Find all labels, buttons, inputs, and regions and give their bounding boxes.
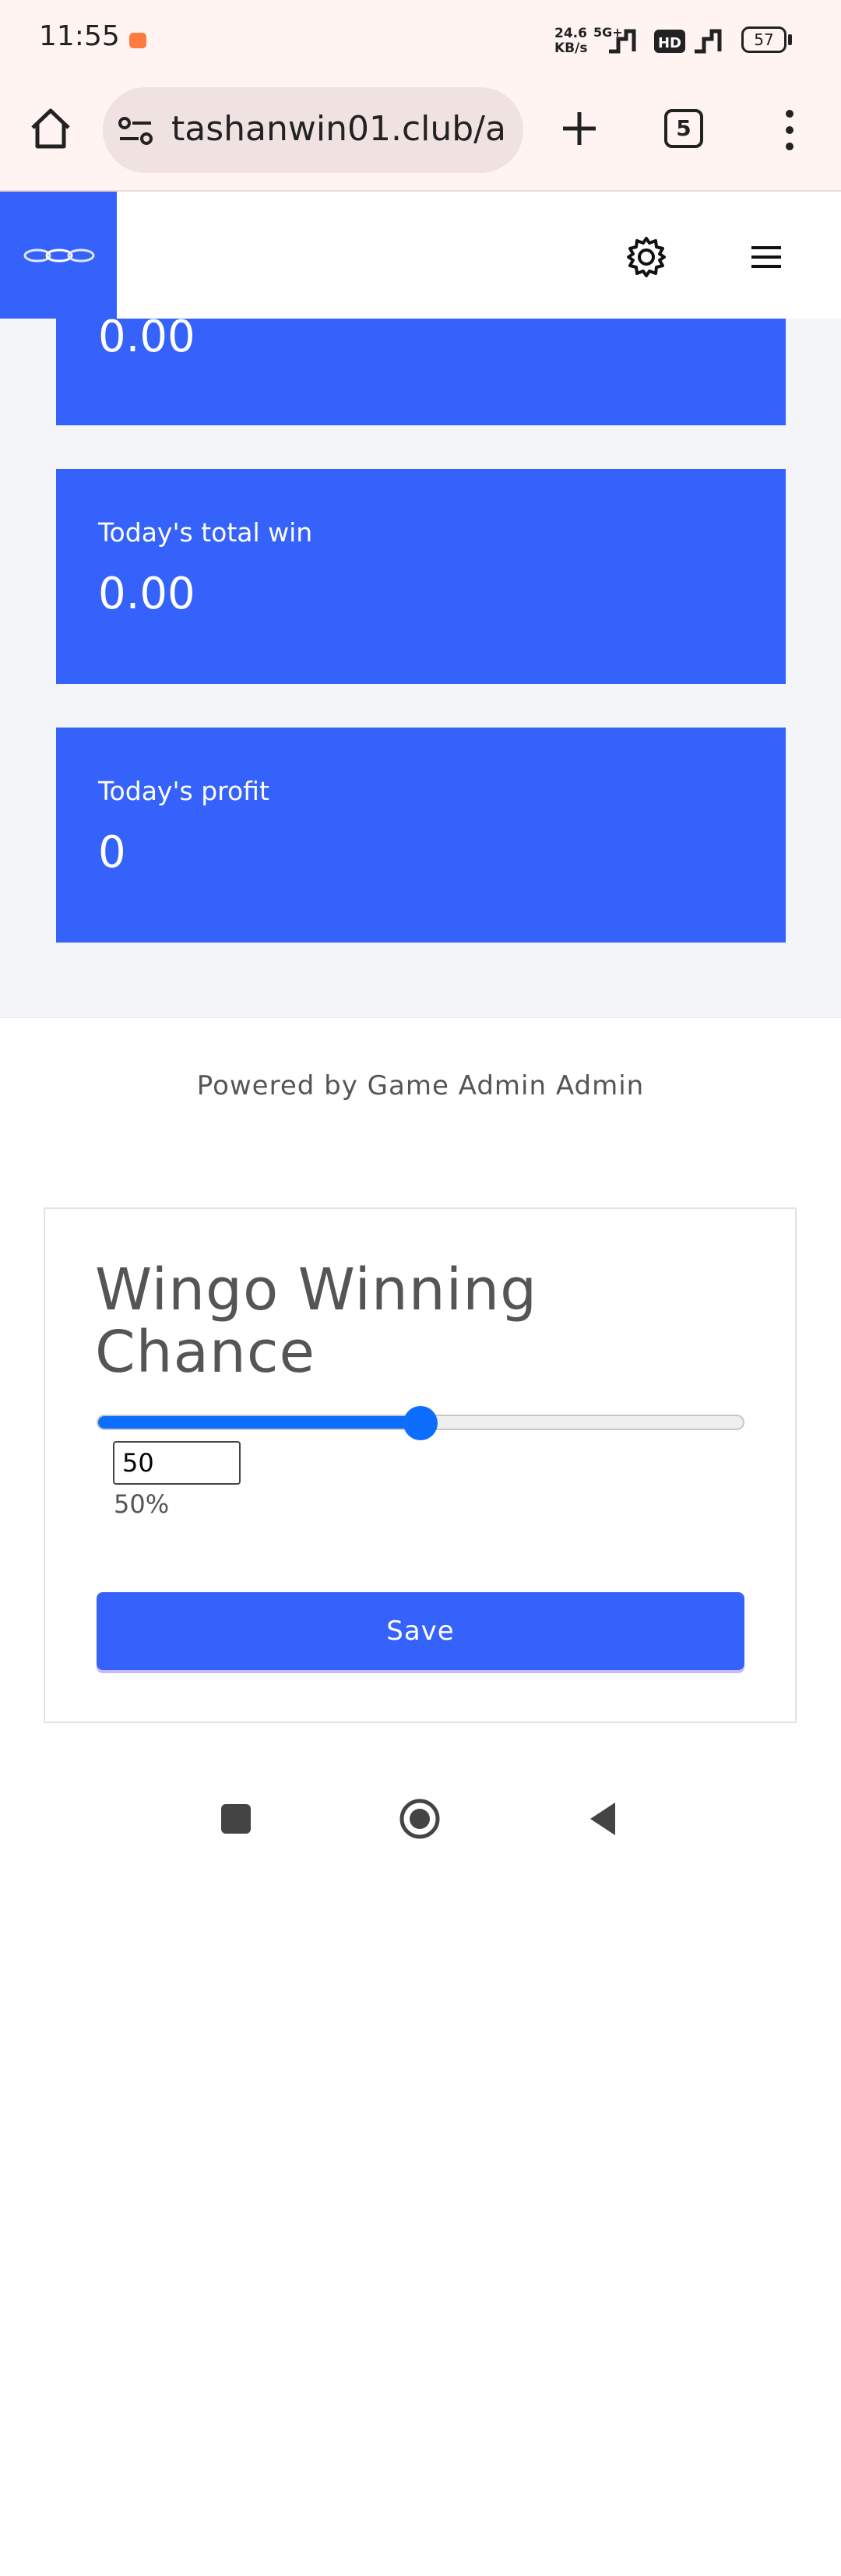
screen-record-icon bbox=[129, 33, 146, 48]
stat-value: 0.00 bbox=[98, 312, 195, 362]
winning-chance-title: Wingo Winning Chance bbox=[95, 1256, 538, 1386]
save-button[interactable]: Save bbox=[97, 1592, 744, 1670]
stat-value: 0.00 bbox=[98, 569, 195, 619]
url-text[interactable]: tashanwin01.club/adm bbox=[171, 109, 506, 150]
slider-thumb[interactable] bbox=[403, 1406, 438, 1440]
gear-icon[interactable] bbox=[623, 234, 670, 280]
winning-chance-input[interactable] bbox=[113, 1441, 241, 1485]
network-speed: 24.6 KB/s bbox=[554, 26, 588, 56]
recents-button[interactable] bbox=[221, 1804, 251, 1834]
signal-icon: HD bbox=[609, 29, 722, 54]
slider-fill bbox=[98, 1416, 420, 1429]
battery-tip bbox=[788, 34, 792, 45]
stat-label: Today's total win bbox=[98, 517, 313, 548]
stat-value: 0 bbox=[98, 827, 126, 878]
battery-indicator: 57 bbox=[741, 26, 786, 53]
back-icon[interactable] bbox=[586, 1799, 618, 1838]
plus-icon[interactable] bbox=[554, 101, 604, 156]
site-settings-icon[interactable] bbox=[117, 115, 156, 146]
more-vert-icon[interactable] bbox=[776, 103, 804, 157]
tabs-icon[interactable]: 5 bbox=[664, 109, 703, 148]
home-nav-icon[interactable] bbox=[399, 1798, 441, 1840]
stat-label: Today's profit bbox=[98, 776, 269, 806]
hamburger-icon[interactable] bbox=[750, 243, 783, 271]
home-icon[interactable] bbox=[23, 101, 78, 156]
app-header bbox=[0, 192, 841, 319]
powered-by-text: Powered by Game Admin Admin bbox=[196, 1070, 645, 1101]
winning-chance-percent: 50% bbox=[114, 1489, 170, 1519]
stat-card-profit bbox=[56, 728, 786, 943]
logo-icon bbox=[23, 248, 95, 263]
status-time: 11:55 bbox=[39, 20, 120, 52]
svg-text:HD: HD bbox=[658, 35, 681, 51]
